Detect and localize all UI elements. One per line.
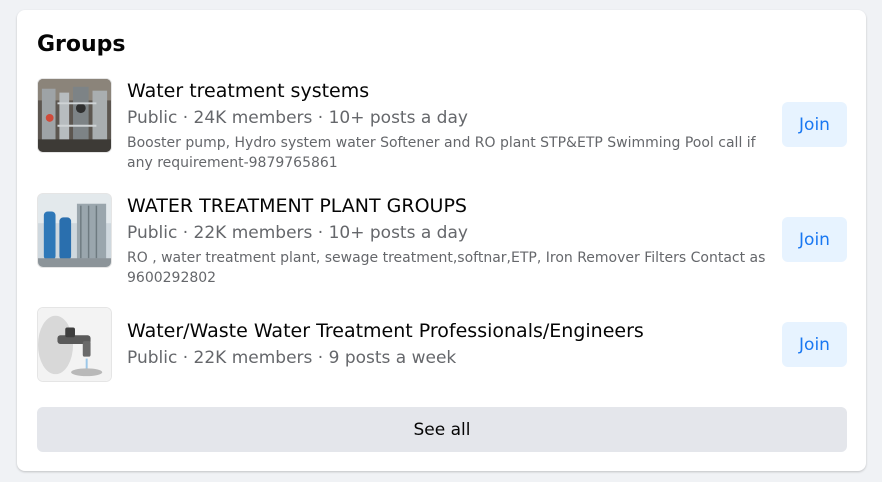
- join-button[interactable]: Join: [782, 322, 847, 367]
- join-button[interactable]: Join: [782, 102, 847, 147]
- group-meta: Public · 24K members · 10+ posts a day: [127, 108, 468, 128]
- group-thumbnail-image[interactable]: [37, 307, 112, 382]
- group-thumbnail-image[interactable]: [37, 78, 112, 153]
- group-name-link[interactable]: Water/Waste Water Treatment Professional…: [127, 319, 767, 343]
- group-thumbnail-image[interactable]: [37, 193, 112, 268]
- join-button[interactable]: Join: [782, 217, 847, 262]
- group-meta: Public · 22K members · 10+ posts a day: [127, 223, 468, 243]
- group-name-link[interactable]: Water treatment systems: [127, 79, 767, 103]
- group-name-link[interactable]: WATER TREATMENT PLANT GROUPS: [127, 194, 767, 218]
- group-description: RO , water treatment plant, sewage treat…: [127, 250, 766, 286]
- group-description: Booster pump, Hydro system water Softene…: [127, 135, 756, 171]
- groups-card: Groups Water treatment systems Public · …: [17, 10, 866, 471]
- see-all-button[interactable]: See all: [37, 407, 847, 452]
- section-title: Groups: [37, 32, 126, 57]
- group-meta: Public · 22K members · 9 posts a week: [127, 348, 457, 368]
